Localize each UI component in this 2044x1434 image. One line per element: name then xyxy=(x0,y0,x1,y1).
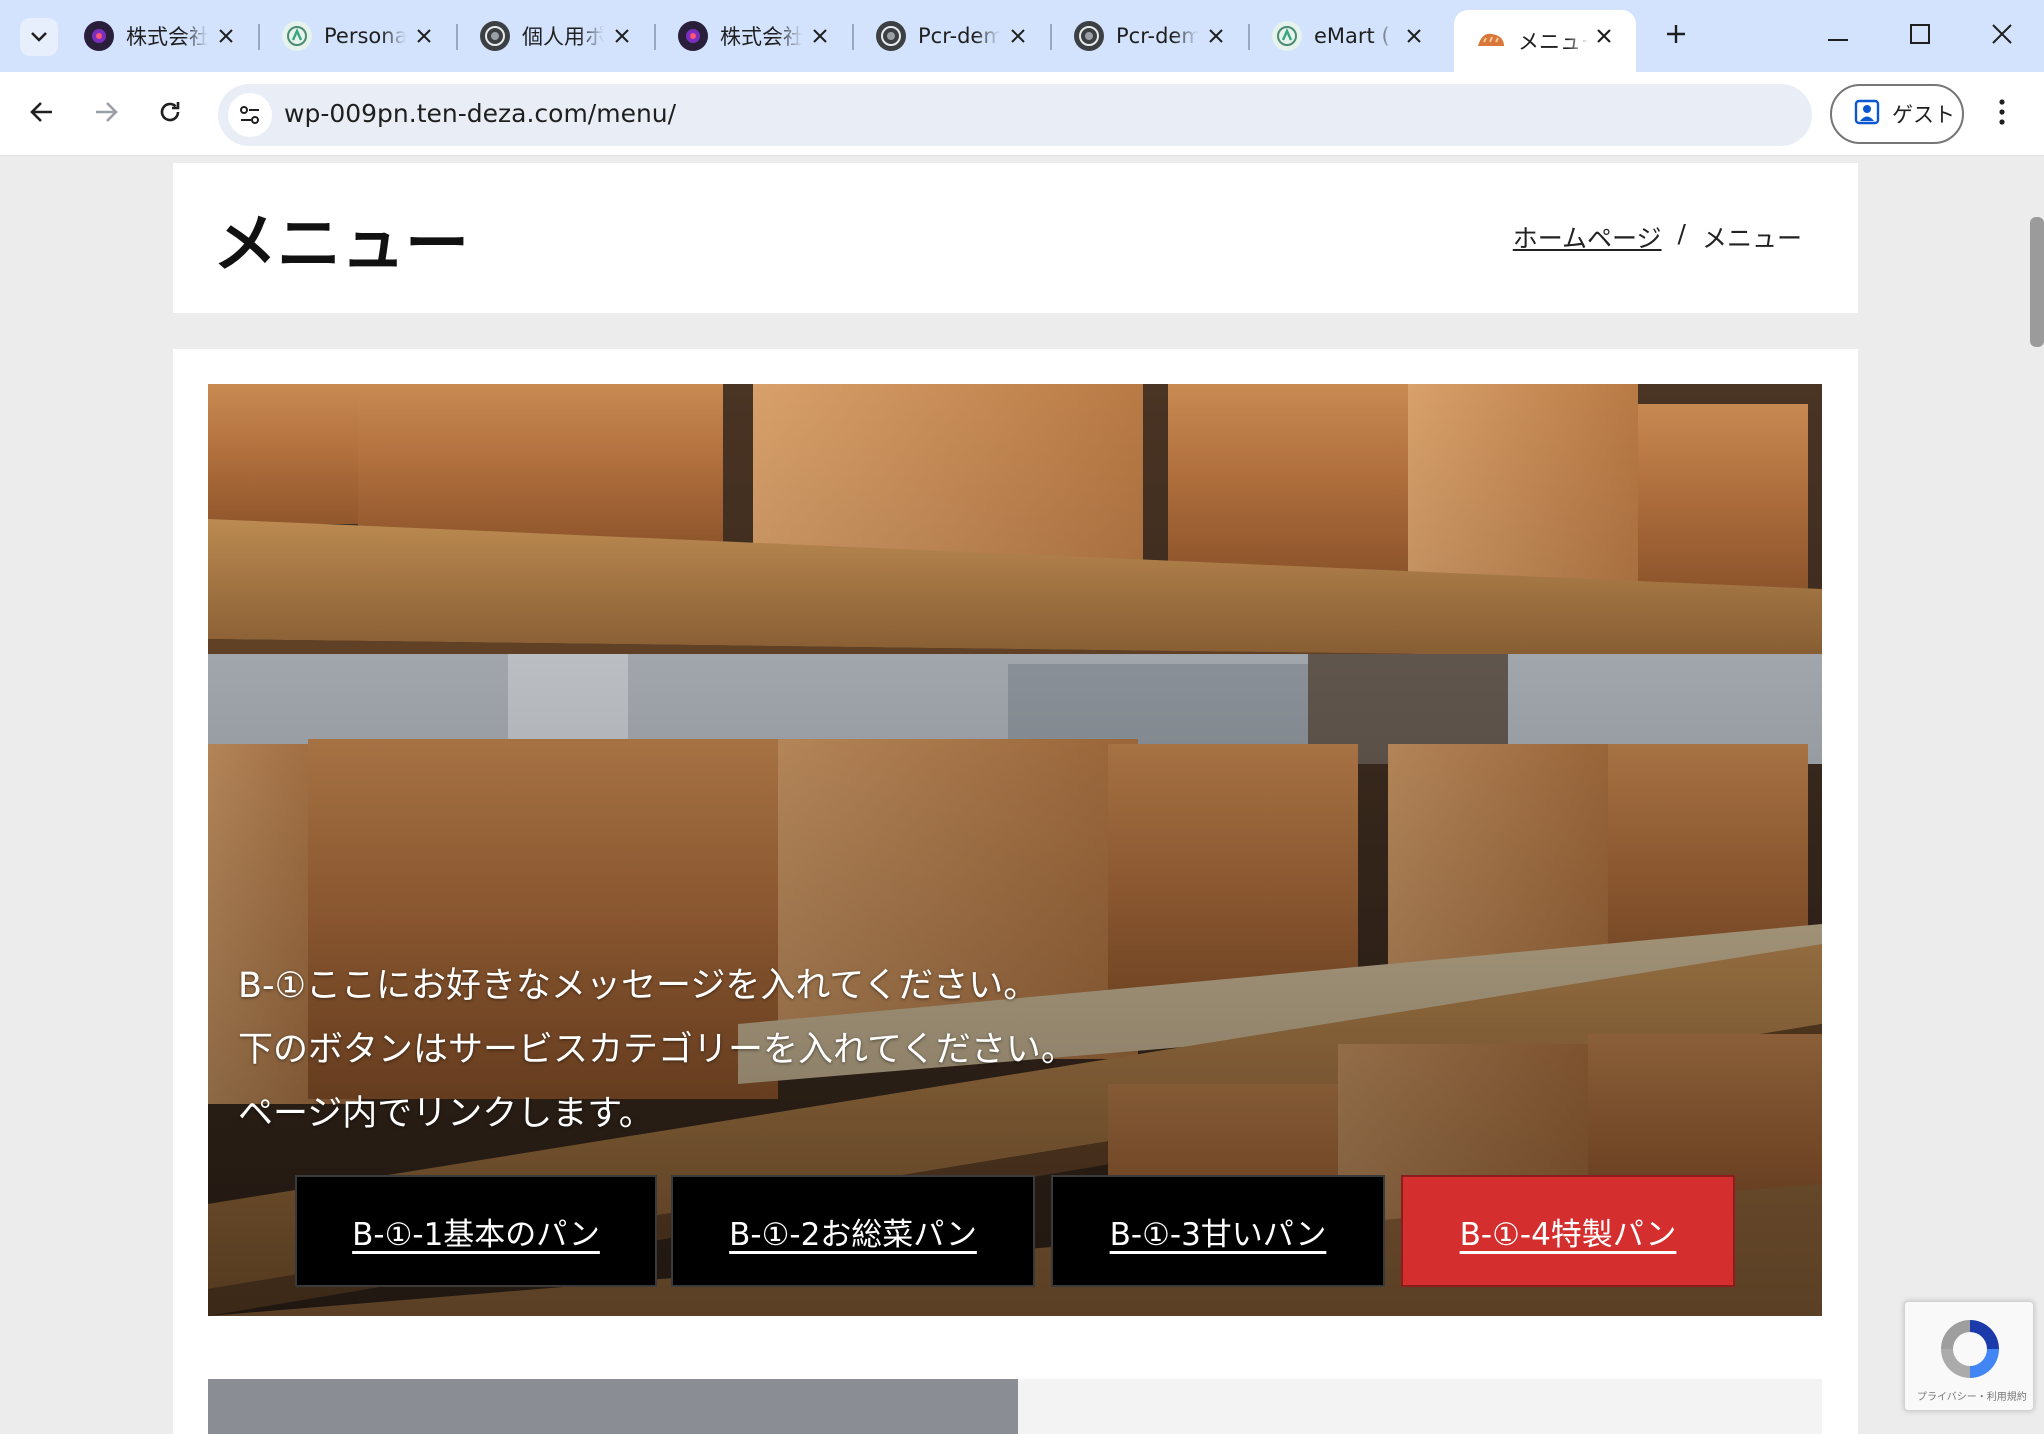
green-logo-icon xyxy=(282,21,312,51)
reload-button[interactable] xyxy=(146,90,194,138)
tab-6[interactable]: Pcr-demo xyxy=(1052,10,1250,62)
arrow-left-icon xyxy=(30,101,54,127)
tab-title: eMart ( xyxy=(1314,24,1390,48)
tab-5[interactable]: Pcr-demo xyxy=(854,10,1052,62)
dark-logo-icon xyxy=(84,21,114,51)
more-vert-icon xyxy=(1999,99,2005,129)
close-window-button[interactable] xyxy=(1982,18,2022,54)
breadcrumb: ホームページ / メニュー xyxy=(1513,219,1802,255)
breadcrumb-separator: / xyxy=(1677,219,1686,248)
recaptcha-icon xyxy=(1935,1314,2005,1388)
maximize-icon xyxy=(1910,24,1930,48)
tab-title: Pcr-demo xyxy=(1116,24,1198,48)
green-logo-icon xyxy=(1272,21,1302,51)
plus-icon xyxy=(1665,23,1687,49)
back-button[interactable] xyxy=(18,90,66,138)
page-viewport: メニュー ホームページ / メニュー B-①ここにお好きなメッセージを入れてくだ… xyxy=(0,157,2044,1434)
bread-icon xyxy=(1476,26,1506,56)
forward-button[interactable] xyxy=(82,90,130,138)
close-icon[interactable] xyxy=(806,22,834,50)
close-icon[interactable] xyxy=(1004,22,1032,50)
globe-icon xyxy=(480,21,510,51)
hero-message-line: ページ内でリンクします。 xyxy=(238,1094,654,1134)
hero-message-line: B-①ここにお好きなメッセージを入れてください。 xyxy=(238,966,1039,1006)
section-panel xyxy=(1018,1379,1822,1434)
minimize-button[interactable] xyxy=(1818,18,1858,54)
page-header: メニュー ホームページ / メニュー xyxy=(173,163,1858,313)
breadcrumb-current: メニュー xyxy=(1701,224,1802,253)
category-button-savory-bread[interactable]: B-①-2お総菜パン xyxy=(671,1175,1035,1287)
category-button-special-bread[interactable]: B-①-4特製パン xyxy=(1401,1175,1735,1287)
person-icon xyxy=(1854,99,1880,130)
address-bar[interactable]: wp-009pn.ten-deza.com/menu/ xyxy=(218,84,1812,146)
page-title: メニュー xyxy=(213,208,469,280)
globe-icon xyxy=(1074,21,1104,51)
url-text: wp-009pn.ten-deza.com/menu/ xyxy=(284,99,677,128)
browser-toolbar: wp-009pn.ten-deza.com/menu/ ゲスト xyxy=(0,72,2044,156)
scrollbar-thumb[interactable] xyxy=(2030,217,2044,347)
breadcrumb-home-link[interactable]: ホームページ xyxy=(1513,219,1662,255)
tab-title: メニュー xyxy=(1518,30,1588,54)
category-button-basic-bread[interactable]: B-①-1基本のパン xyxy=(295,1175,657,1287)
tab-title: Pcr-demo xyxy=(918,24,1000,48)
main-content: B-①ここにお好きなメッセージを入れてください。 下のボタンはサービスカテゴリー… xyxy=(173,349,1858,1434)
recaptcha-badge[interactable]: プライバシー・利用規約 xyxy=(1904,1301,2034,1411)
close-icon[interactable] xyxy=(1590,22,1618,50)
chevron-down-icon xyxy=(30,28,48,47)
tab-3[interactable]: 個人用ポ xyxy=(458,10,656,62)
new-tab-button[interactable] xyxy=(1656,18,1696,54)
hero-message-line: 下のボタンはサービスカテゴリーを入れてください。 xyxy=(238,1030,1076,1070)
arrow-right-icon xyxy=(94,101,118,127)
tab-4[interactable]: 株式会社 xyxy=(656,10,854,62)
hero-message: B-①ここにお好きなメッセージを入れてください。 下のボタンはサービスカテゴリー… xyxy=(238,954,1076,1146)
maximize-button[interactable] xyxy=(1900,18,1940,54)
tab-title: 個人用ポ xyxy=(522,25,604,49)
tab-strip: 株式会社 Personal 個人用ポ 株式会社 Pcr-demo Pcr-dem… xyxy=(0,0,2044,72)
tab-8-active[interactable]: メニュー xyxy=(1454,10,1636,72)
guest-label: ゲスト xyxy=(1892,103,1955,127)
category-button-sweet-bread[interactable]: B-①-3甘いパン xyxy=(1051,1175,1385,1287)
section-image xyxy=(208,1379,1018,1434)
profile-guest-button[interactable]: ゲスト xyxy=(1830,84,1964,144)
tab-search-button[interactable] xyxy=(20,18,58,56)
globe-icon xyxy=(876,21,906,51)
tab-7[interactable]: eMart ( xyxy=(1250,10,1446,62)
close-icon[interactable] xyxy=(608,22,636,50)
hero-banner: B-①ここにお好きなメッセージを入れてください。 下のボタンはサービスカテゴリー… xyxy=(208,384,1822,1316)
tab-1[interactable]: 株式会社 xyxy=(62,10,260,62)
tab-title: Personal xyxy=(324,24,406,48)
close-icon xyxy=(1992,24,2012,48)
browser-menu-button[interactable] xyxy=(1990,92,2014,136)
minimize-icon xyxy=(1827,27,1849,46)
close-icon[interactable] xyxy=(212,22,240,50)
recaptcha-text: プライバシー・利用規約 xyxy=(1917,1392,2027,1403)
site-info-icon[interactable] xyxy=(228,93,272,137)
close-icon[interactable] xyxy=(410,22,438,50)
close-icon[interactable] xyxy=(1202,22,1230,50)
tab-title: 株式会社 xyxy=(720,25,802,49)
tab-title: 株式会社 xyxy=(126,25,208,49)
close-icon[interactable] xyxy=(1400,22,1428,50)
dark-logo-icon xyxy=(678,21,708,51)
tab-2[interactable]: Personal xyxy=(260,10,458,62)
reload-icon xyxy=(158,100,182,128)
